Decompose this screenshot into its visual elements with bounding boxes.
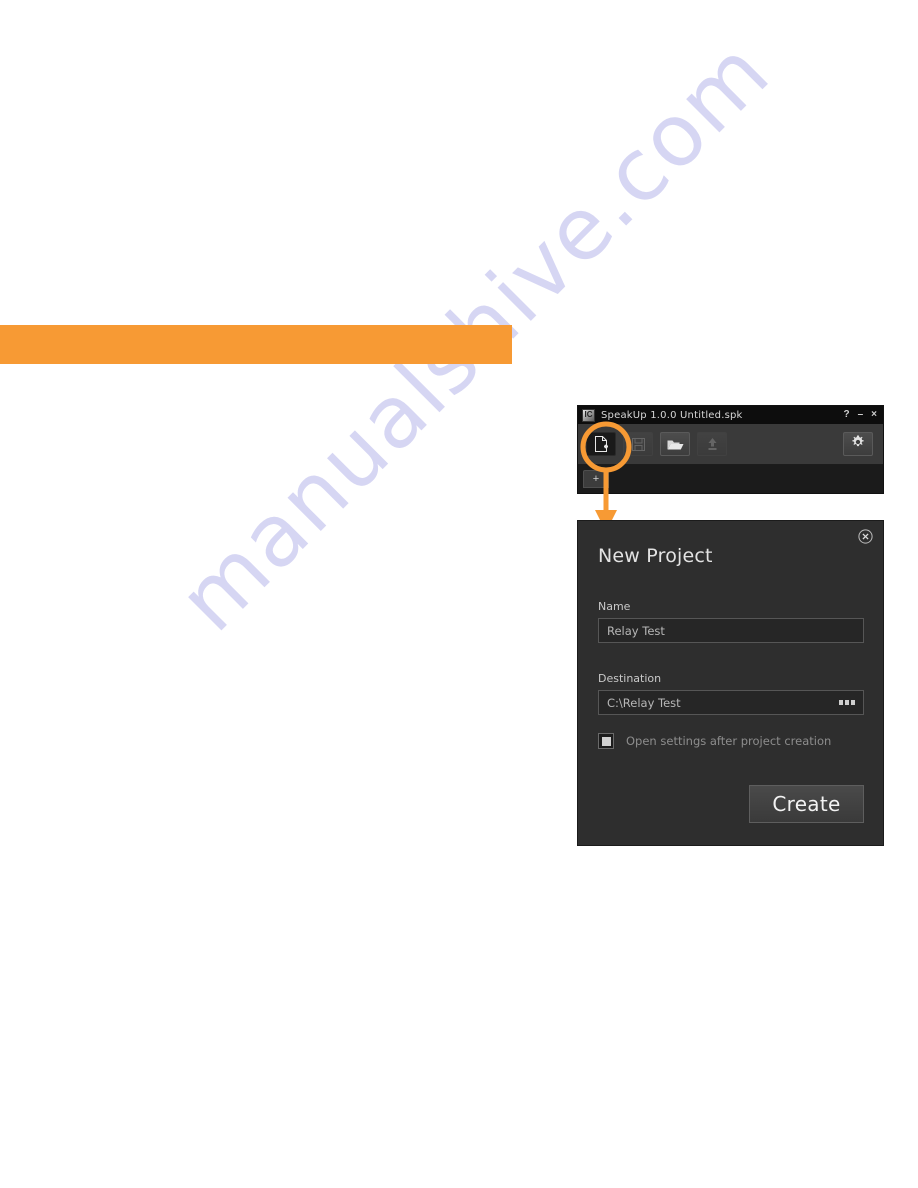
- dialog-title: New Project: [598, 545, 713, 567]
- new-document-icon: [594, 436, 608, 452]
- floppy-disk-icon: [631, 437, 645, 451]
- name-input-value: Relay Test: [607, 623, 665, 638]
- open-folder-icon: [667, 438, 684, 451]
- app-window: IC SpeakUp 1.0.0 Untitled.spk ? – × +: [578, 406, 883, 493]
- project-tabbar: +: [578, 465, 883, 493]
- new-project-dialog: New Project Name Relay Test Destination …: [578, 521, 883, 845]
- open-settings-checkbox[interactable]: [598, 733, 614, 749]
- name-input[interactable]: Relay Test: [598, 618, 864, 643]
- main-toolbar: [578, 424, 883, 465]
- settings-button[interactable]: [843, 432, 873, 456]
- help-button[interactable]: ?: [843, 410, 849, 420]
- upload-project-button[interactable]: [697, 432, 727, 456]
- create-button[interactable]: Create: [749, 785, 864, 823]
- close-button[interactable]: ×: [871, 410, 877, 420]
- destination-input[interactable]: C:\Relay Test: [598, 690, 864, 715]
- open-settings-checkbox-row[interactable]: Open settings after project creation: [598, 733, 831, 749]
- browse-ellipsis-icon[interactable]: [839, 700, 855, 705]
- open-project-button[interactable]: [660, 432, 690, 456]
- destination-field-label: Destination: [598, 672, 662, 685]
- speakup-app-icon: IC: [582, 408, 595, 422]
- upload-arrow-icon: [706, 437, 719, 451]
- window-titlebar: IC SpeakUp 1.0.0 Untitled.spk ? – ×: [578, 406, 883, 424]
- name-field-label: Name: [598, 600, 631, 613]
- dialog-close-button[interactable]: [858, 529, 873, 544]
- gear-icon: [851, 435, 865, 454]
- add-tab-button[interactable]: +: [583, 470, 609, 488]
- manual-page: manualshive.com IC SpeakUp 1.0.0 Untitle…: [0, 0, 918, 1188]
- section-header-band: [0, 325, 512, 364]
- destination-input-value: C:\Relay Test: [607, 695, 681, 710]
- open-settings-checkbox-label: Open settings after project creation: [626, 734, 832, 748]
- new-project-button[interactable]: [586, 432, 616, 456]
- window-controls: ? – ×: [843, 406, 877, 424]
- save-project-button[interactable]: [623, 432, 653, 456]
- window-title: SpeakUp 1.0.0 Untitled.spk: [601, 409, 743, 421]
- minimize-button[interactable]: –: [858, 410, 864, 420]
